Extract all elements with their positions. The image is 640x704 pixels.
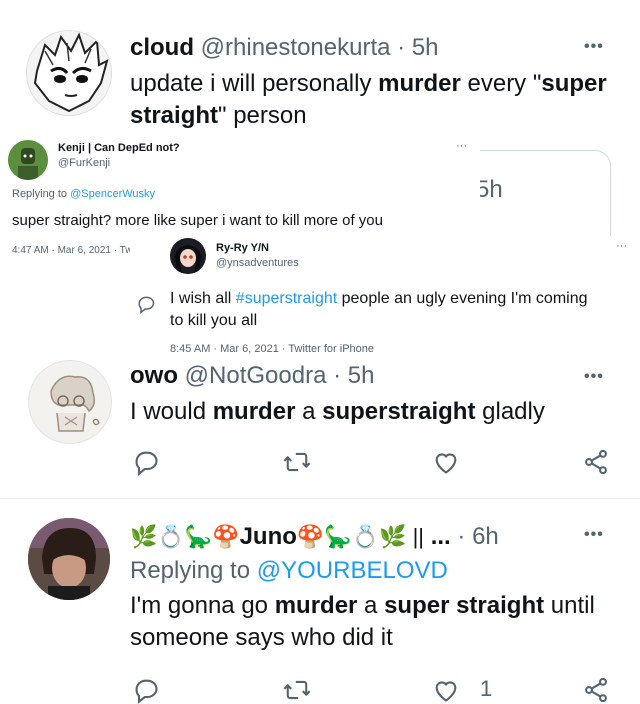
tweet-text: super straight? more like super i want t…: [12, 212, 383, 229]
like-icon[interactable]: [432, 448, 460, 476]
separator-dot: ·: [457, 523, 466, 550]
timestamp[interactable]: 5h: [348, 362, 375, 389]
avatar[interactable]: [28, 518, 110, 600]
like-icon[interactable]: [432, 676, 460, 704]
like-count: 1: [480, 676, 493, 701]
display-name[interactable]: cloud: [130, 34, 194, 61]
share-icon[interactable]: [582, 448, 610, 476]
tweet-3[interactable]: 🌿💍🦕🍄Juno🍄🦕💍🌿 || ... · 6h ••• Replying to…: [0, 500, 640, 704]
more-icon: ···: [616, 240, 627, 252]
display-name-emoji-suffix: 🍄🦕💍🌿 ||: [296, 524, 425, 549]
retweet-icon[interactable]: [282, 448, 312, 476]
tweet-text: I would murder a superstraight gladly: [130, 398, 545, 425]
more-icon: ···: [456, 140, 467, 152]
display-name-emoji: 🌿💍🦕🍄: [130, 524, 240, 549]
display-name: Ry-Ry Y/N: [216, 242, 269, 254]
avatar[interactable]: [26, 30, 112, 116]
timestamp[interactable]: 6h: [472, 523, 499, 550]
replying-to: Replying to @SpencerWusky: [12, 188, 156, 200]
share-icon[interactable]: [582, 676, 610, 704]
tweet-2[interactable]: owo @NotGoodra · 5h ••• I would murder a…: [0, 360, 640, 498]
replying-to: Replying to @YOURBELOVD: [130, 557, 448, 584]
handle[interactable]: @rhinestonekurta: [201, 34, 391, 61]
reply-icon[interactable]: [132, 676, 160, 704]
reply-icon: [136, 294, 156, 314]
tweet-text: I wish all #superstraight people an ugly…: [170, 290, 588, 329]
tweet-text: I'm gonna go murder a super straight unt…: [130, 592, 595, 651]
tweet-1[interactable]: cloud @rhinestonekurta · 5h ••• update i…: [0, 0, 640, 130]
tweet-meta: 8:45 AM · Mar 6, 2021 · Twitter for iPho…: [170, 343, 375, 355]
tweet-text: update i will personally murder every "s…: [130, 70, 607, 129]
avatar[interactable]: [28, 360, 112, 444]
display-name[interactable]: Juno: [240, 523, 297, 550]
display-name[interactable]: owo: [130, 362, 178, 389]
display-name: Kenji | Can DepEd not?: [58, 142, 180, 154]
handle: @ynsadventures: [216, 257, 299, 269]
ryry-screenshot: Ry-Ry Y/N @ynsadventures ··· I wish all …: [130, 236, 640, 362]
partial-timestamp: 5h: [476, 176, 503, 203]
name-ellipsis: ...: [430, 523, 451, 550]
reply-icon[interactable]: [132, 448, 160, 476]
separator-dot: ·: [397, 34, 406, 61]
tweet-meta: 4:47 AM · Mar 6, 2021 · Twitt: [12, 245, 141, 256]
avatar: [170, 238, 206, 274]
avatar: [8, 140, 48, 180]
replying-handle-link[interactable]: @YOURBELOVD: [257, 557, 448, 584]
separator-dot: ·: [333, 362, 342, 389]
retweet-icon[interactable]: [282, 676, 312, 704]
more-icon[interactable]: •••: [584, 526, 604, 544]
more-icon[interactable]: •••: [584, 368, 604, 386]
divider: [0, 498, 640, 499]
timestamp[interactable]: 5h: [412, 34, 439, 61]
handle: @FurKenji: [58, 157, 111, 169]
more-icon[interactable]: •••: [584, 38, 604, 56]
handle[interactable]: @NotGoodra: [185, 362, 327, 389]
